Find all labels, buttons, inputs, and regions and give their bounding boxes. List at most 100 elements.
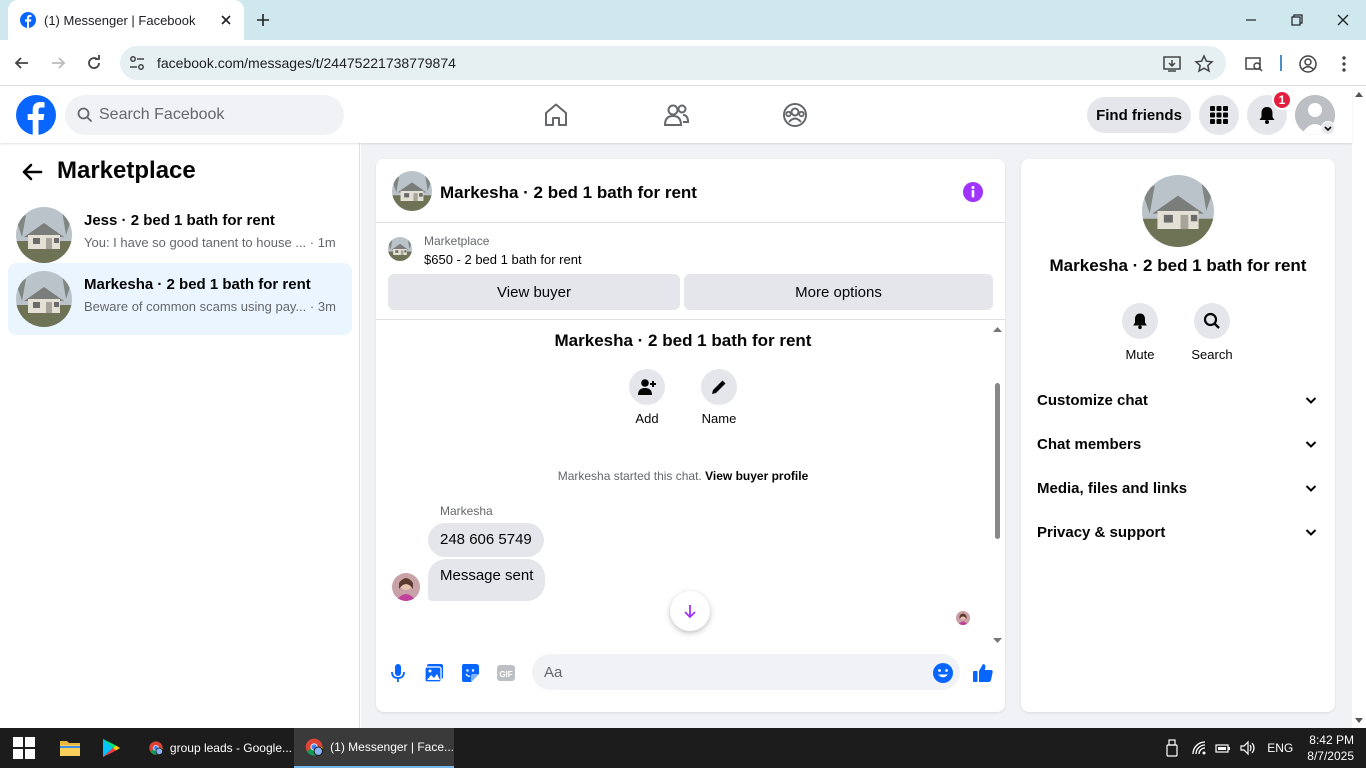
name-chat-action[interactable]: Name: [689, 369, 749, 426]
conversation-preview: Beware of common scams using pay... · 3m: [84, 299, 336, 314]
friends-icon[interactable]: [662, 101, 690, 129]
name-label: Name: [701, 411, 737, 426]
browser-toolbar: facebook.com/messages/t/2447522173877987…: [0, 40, 1366, 86]
add-label: Add: [635, 411, 659, 426]
menu-grid-button[interactable]: [1199, 95, 1239, 135]
thread-chat-name: Markesha · 2 bed 1 bath for rent: [554, 331, 812, 350]
browser-tab-bar: (1) Messenger | Facebook: [0, 0, 1366, 40]
url-text: facebook.com/messages/t/2447522173877987…: [157, 55, 456, 71]
clock-time: 8:42 PM: [1309, 733, 1354, 747]
emoji-icon[interactable]: [932, 662, 954, 684]
arrow-down-icon: [684, 605, 696, 619]
search-input[interactable]: [99, 106, 319, 124]
more-options-button[interactable]: More options: [684, 274, 993, 310]
section-label: Privacy & support: [1037, 523, 1166, 541]
facebook-search[interactable]: [65, 95, 344, 135]
wifi-icon[interactable]: [1191, 740, 1207, 756]
windows-start-icon[interactable]: [13, 728, 35, 768]
tab-search-icon[interactable]: [1244, 54, 1264, 74]
section-label: Chat members: [1037, 435, 1142, 453]
message-bubble[interactable]: 248 606 5749: [428, 523, 544, 557]
view-buyer-profile-link[interactable]: View buyer profile: [705, 469, 808, 483]
thread-scrollbar[interactable]: [990, 321, 1005, 649]
listing-thumbnail: [16, 271, 72, 327]
volume-icon[interactable]: [1239, 740, 1257, 756]
listing-card: Marketplace $650 - 2 bed 1 bath for rent…: [376, 224, 1005, 320]
chat-title[interactable]: Markesha · 2 bed 1 bath for rent: [440, 183, 697, 203]
info-icon[interactable]: [962, 181, 984, 203]
facebook-logo-icon[interactable]: [16, 95, 56, 135]
reload-icon[interactable]: [84, 53, 104, 73]
system-tray: ENG 8:42 PM 8/7/2025: [1165, 728, 1354, 768]
chat-header: Markesha · 2 bed 1 bath for rent: [376, 159, 1005, 223]
search-in-chat-button[interactable]: Search: [1182, 303, 1242, 362]
chrome-icon: [149, 741, 163, 756]
add-people-action[interactable]: Add: [617, 369, 677, 426]
mute-button[interactable]: Mute: [1110, 303, 1170, 362]
scroll-to-bottom-button[interactable]: [670, 591, 710, 631]
chevron-down-icon[interactable]: [1321, 121, 1335, 135]
chat-thumbnail[interactable]: [392, 171, 432, 211]
install-app-icon[interactable]: [1162, 54, 1182, 74]
file-explorer-icon[interactable]: [59, 728, 81, 768]
new-tab-icon[interactable]: [254, 11, 272, 29]
play-store-icon[interactable]: [100, 728, 122, 768]
browser-tab[interactable]: (1) Messenger | Facebook: [8, 0, 244, 40]
thumbs-up-icon[interactable]: [972, 662, 994, 684]
chat-members-section[interactable]: Chat members: [1029, 422, 1327, 466]
minimize-icon[interactable]: [1243, 12, 1259, 28]
bookmark-star-icon[interactable]: [1194, 54, 1214, 74]
pencil-icon: [712, 380, 726, 394]
page-scrollbar[interactable]: [1352, 87, 1366, 728]
chat-started-note: Markesha started this chat. View buyer p…: [557, 469, 809, 483]
close-window-icon[interactable]: [1335, 12, 1351, 28]
bell-icon: [1259, 107, 1275, 124]
chrome-menu-icon[interactable]: [1334, 54, 1354, 74]
profile-icon[interactable]: [1298, 54, 1318, 74]
usb-icon[interactable]: [1165, 739, 1179, 757]
photo-icon[interactable]: [423, 662, 445, 684]
listing-price[interactable]: $650 - 2 bed 1 bath for rent: [424, 252, 582, 267]
search-icon: [1203, 312, 1220, 329]
clock[interactable]: 8:42 PM 8/7/2025: [1307, 732, 1354, 764]
section-label: Customize chat: [1037, 391, 1148, 409]
forward-icon[interactable]: [48, 53, 68, 73]
gif-icon[interactable]: GIF: [495, 662, 517, 684]
groups-icon[interactable]: [781, 101, 809, 129]
home-icon[interactable]: [542, 101, 570, 129]
taskbar-app-chrome-messenger[interactable]: (1) Messenger | Face...: [294, 728, 454, 768]
chevron-down-icon: [1305, 485, 1317, 492]
media-files-links-section[interactable]: Media, files and links: [1029, 466, 1327, 510]
message-input[interactable]: [532, 654, 960, 690]
customize-chat-section[interactable]: Customize chat: [1029, 378, 1327, 422]
view-buyer-button[interactable]: View buyer: [388, 274, 680, 310]
sender-avatar[interactable]: [392, 573, 420, 601]
find-friends-button[interactable]: Find friends: [1087, 97, 1191, 133]
restore-icon[interactable]: [1289, 12, 1305, 28]
mute-label: Mute: [1125, 347, 1155, 362]
toolbar-divider: [1280, 55, 1282, 71]
message-thread[interactable]: Markesha · 2 bed 1 bath for rent Add Nam…: [376, 321, 1005, 649]
back-icon[interactable]: [12, 53, 32, 73]
conversation-name: Markesha · 2 bed 1 bath for rent: [84, 276, 311, 293]
conversation-name: Jess · 2 bed 1 bath for rent: [84, 212, 275, 229]
conversation-item[interactable]: Jess · 2 bed 1 bath for rent You: I have…: [8, 199, 352, 271]
close-tab-icon[interactable]: [218, 12, 234, 28]
back-arrow-icon[interactable]: [20, 160, 44, 184]
taskbar-app-chrome-group-leads[interactable]: group leads - Google...: [138, 728, 292, 768]
microphone-icon[interactable]: [387, 662, 409, 684]
sticker-icon[interactable]: [459, 662, 481, 684]
tab-title: (1) Messenger | Facebook: [44, 12, 196, 28]
site-info-icon[interactable]: [128, 54, 146, 72]
battery-icon[interactable]: [1215, 741, 1231, 755]
address-bar[interactable]: facebook.com/messages/t/2447522173877987…: [120, 46, 1226, 80]
chat-details-panel: Markesha · 2 bed 1 bath for rent Mute Se…: [1021, 159, 1335, 712]
add-person-icon: [638, 379, 656, 395]
listing-thumbnail: [388, 237, 412, 261]
listing-thumbnail: [16, 207, 72, 263]
language-indicator[interactable]: ENG: [1267, 741, 1293, 755]
message-bubble[interactable]: Message sent: [428, 559, 546, 601]
conversation-item-active[interactable]: Markesha · 2 bed 1 bath for rent Beware …: [8, 263, 352, 335]
privacy-support-section[interactable]: Privacy & support: [1029, 510, 1327, 554]
facebook-header: Find friends 1: [0, 87, 1352, 143]
